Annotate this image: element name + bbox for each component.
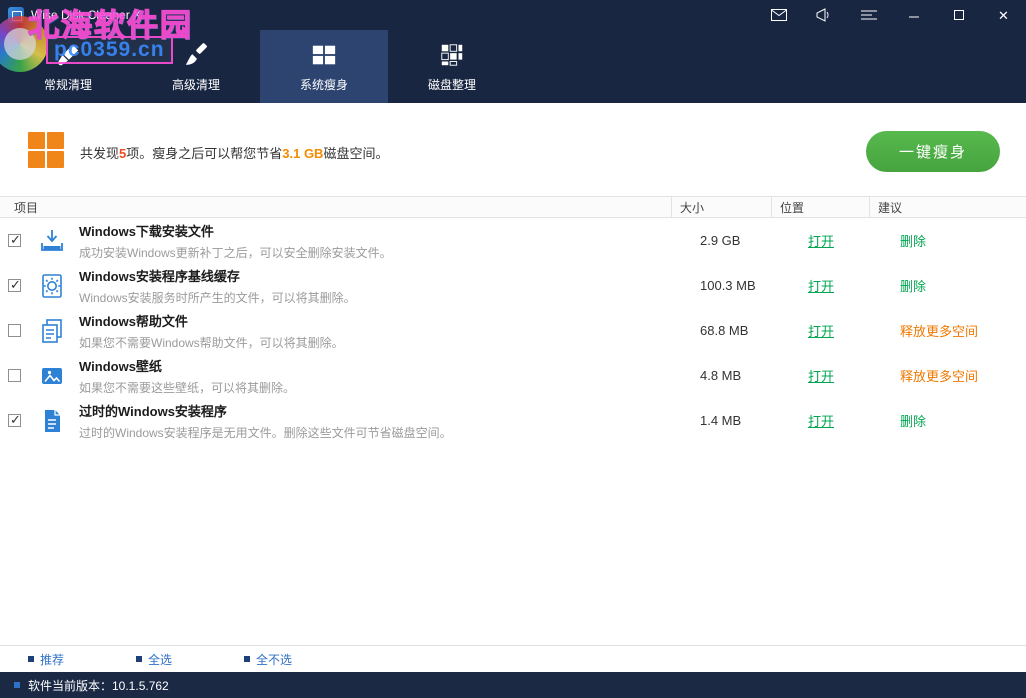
open-location-link[interactable]: 打开 [808, 369, 834, 384]
square-bullet-icon [14, 682, 20, 688]
item-size: 100.3 MB [672, 278, 772, 293]
item-description: Windows安装服务时所产生的文件，可以将其删除。 [79, 289, 356, 306]
select-none-link[interactable]: 全不选 [244, 651, 292, 668]
tab-label: 系统瘦身 [300, 76, 348, 93]
download-file-icon [37, 226, 67, 256]
minimize-button[interactable] [891, 0, 936, 30]
orange-windows-icon [28, 132, 64, 168]
content-spacer [0, 443, 1026, 645]
item-size: 4.8 MB [672, 368, 772, 383]
table-row: Windows壁纸 如果您不需要这些壁纸，可以将其删除。 4.8 MB 打开 释… [0, 353, 1026, 398]
open-location-link[interactable]: 打开 [808, 324, 834, 339]
app-logo-icon [8, 7, 24, 23]
item-description: 过时的Windows安装程序是无用文件。删除这些文件可节省磁盘空间。 [79, 424, 452, 441]
tab-common-clean[interactable]: 常规清理 [4, 30, 132, 103]
recommend-label: 推荐 [40, 651, 64, 668]
summary-text: 共发现5项。瘦身之后可以帮您节省3.1 GB磁盘空间。 [80, 143, 388, 162]
select-none-label: 全不选 [256, 651, 292, 668]
tab-label: 磁盘整理 [428, 76, 476, 93]
tab-system-slim[interactable]: 系统瘦身 [260, 30, 388, 103]
tab-advanced-clean[interactable]: 高级清理 [132, 30, 260, 103]
item-size: 2.9 GB [672, 233, 772, 248]
tab-disk-defrag[interactable]: 磁盘整理 [388, 30, 516, 103]
table-row: 过时的Windows安装程序 过时的Windows安装程序是无用文件。删除这些文… [0, 398, 1026, 443]
open-location-link[interactable]: 打开 [808, 414, 834, 429]
defrag-icon [439, 41, 465, 69]
open-location-link[interactable]: 打开 [808, 279, 834, 294]
item-description: 如果您不需要这些壁纸，可以将其删除。 [79, 379, 295, 396]
suggestion-label: 释放更多空间 [900, 324, 978, 339]
app-window: Wise Disk Cleaner X ✕ 常规清 [0, 0, 1026, 698]
suggestion-label: 删除 [900, 279, 926, 294]
title-bar: Wise Disk Cleaner X ✕ [0, 0, 1026, 30]
promo-icon[interactable] [801, 0, 846, 30]
nav-bar: 常规清理 高级清理 系统瘦身 磁盘整理 [0, 30, 1026, 103]
close-icon: ✕ [998, 9, 1009, 22]
item-title: Windows安装程序基线缓存 [79, 266, 356, 285]
help-file-icon [37, 316, 67, 346]
savable-size: 3.1 GB [282, 146, 323, 161]
window-title: Wise Disk Cleaner X [31, 8, 141, 22]
status-bar: 软件当前版本：10.1.5.762 [0, 672, 1026, 698]
select-all-link[interactable]: 全选 [136, 651, 172, 668]
row-checkbox[interactable] [8, 414, 21, 427]
item-title: Windows帮助文件 [79, 311, 344, 330]
item-list: Windows下载安装文件 成功安装Windows更新补丁之后，可以安全删除安装… [0, 218, 1026, 443]
table-row: Windows下载安装文件 成功安装Windows更新补丁之后，可以安全删除安装… [0, 218, 1026, 263]
windows-icon [311, 41, 337, 69]
suggestion-label: 删除 [900, 414, 926, 429]
suggestion-label: 删除 [900, 234, 926, 249]
mail-icon[interactable] [756, 0, 801, 30]
one-key-slim-button[interactable]: 一键瘦身 [866, 131, 1000, 172]
square-bullet-icon [28, 656, 34, 662]
open-location-link[interactable]: 打开 [808, 234, 834, 249]
recommend-link[interactable]: 推荐 [28, 651, 64, 668]
item-description: 成功安装Windows更新补丁之后，可以安全删除安装文件。 [79, 244, 392, 261]
table-header: 项目 大小 位置 建议 [0, 196, 1026, 218]
maximize-button[interactable] [936, 0, 981, 30]
row-checkbox[interactable] [8, 279, 21, 292]
item-size: 1.4 MB [672, 413, 772, 428]
column-header-size: 大小 [672, 197, 772, 217]
row-checkbox[interactable] [8, 324, 21, 337]
installer-cache-icon [37, 271, 67, 301]
item-title: Windows下载安装文件 [79, 221, 392, 240]
brush-icon [183, 41, 209, 69]
tab-label: 常规清理 [44, 76, 92, 93]
suggestion-label: 释放更多空间 [900, 369, 978, 384]
summary-prefix: 共发现 [80, 146, 119, 161]
item-title: 过时的Windows安装程序 [79, 401, 452, 420]
item-title: Windows壁纸 [79, 356, 295, 375]
close-button[interactable]: ✕ [981, 0, 1026, 30]
footer-link-bar: 推荐 全选 全不选 [0, 645, 1026, 672]
installer-file-icon [37, 406, 67, 436]
table-row: Windows安装程序基线缓存 Windows安装服务时所产生的文件，可以将其删… [0, 263, 1026, 308]
column-header-location: 位置 [772, 197, 870, 217]
version-text: 软件当前版本：10.1.5.762 [28, 677, 169, 694]
row-checkbox[interactable] [8, 234, 21, 247]
table-row: Windows帮助文件 如果您不需要Windows帮助文件，可以将其删除。 68… [0, 308, 1026, 353]
column-header-item: 项目 [0, 197, 672, 217]
broom-icon [55, 41, 81, 69]
item-size: 68.8 MB [672, 323, 772, 338]
summary-panel: 共发现5项。瘦身之后可以帮您节省3.1 GB磁盘空间。 一键瘦身 [0, 103, 1026, 196]
select-all-label: 全选 [148, 651, 172, 668]
square-bullet-icon [136, 656, 142, 662]
row-checkbox[interactable] [8, 369, 21, 382]
summary-mid: 项。瘦身之后可以帮您节省 [126, 146, 282, 161]
column-header-suggestion: 建议 [870, 197, 1026, 217]
item-description: 如果您不需要Windows帮助文件，可以将其删除。 [79, 334, 344, 351]
wallpaper-icon [37, 361, 67, 391]
square-bullet-icon [244, 656, 250, 662]
menu-icon[interactable] [846, 0, 891, 30]
tab-label: 高级清理 [172, 76, 220, 93]
summary-suffix: 磁盘空间。 [323, 146, 388, 161]
